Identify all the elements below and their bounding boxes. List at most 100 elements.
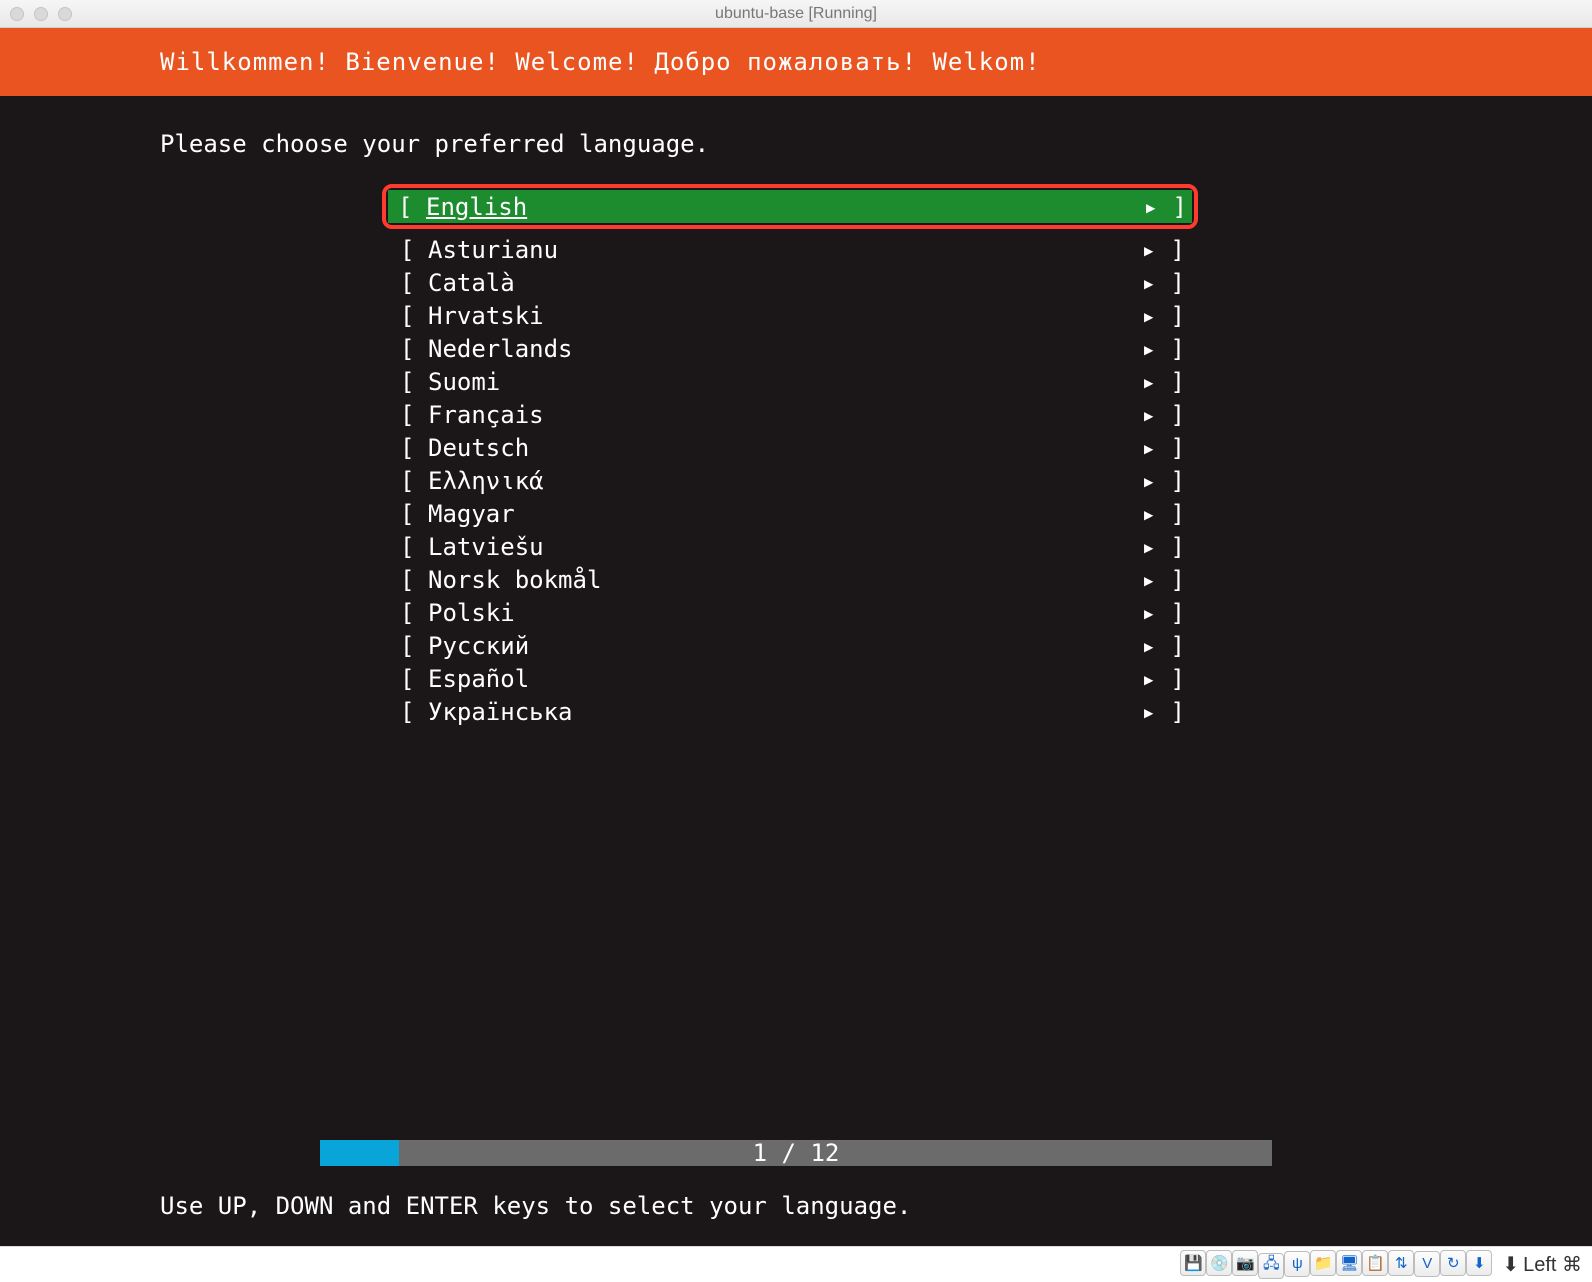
submenu-arrow-icon: ▸ <box>1118 195 1158 219</box>
bracket-right: ] <box>1156 634 1180 658</box>
submenu-arrow-icon: ▸ <box>1116 667 1156 691</box>
submenu-arrow-icon: ▸ <box>1116 436 1156 460</box>
language-option-label: Norsk bokmål <box>428 568 1116 592</box>
shared-clipboard-icon[interactable]: 📋 <box>1362 1250 1388 1276</box>
bracket-right: ] <box>1156 304 1180 328</box>
language-option[interactable]: [ Magyar▸ ] <box>390 497 1190 530</box>
bracket-right: ] <box>1156 370 1180 394</box>
bracket-left: [ <box>400 469 428 493</box>
bracket-right: ] <box>1156 238 1180 262</box>
language-option[interactable]: [ Norsk bokmål▸ ] <box>390 563 1190 596</box>
language-option-label: English <box>426 195 1118 219</box>
download-icon[interactable]: ⬇ <box>1466 1250 1492 1276</box>
bracket-right: ] <box>1158 195 1182 219</box>
bracket-left: [ <box>400 634 428 658</box>
bracket-left: [ <box>400 568 428 592</box>
bracket-right: ] <box>1156 502 1180 526</box>
welcome-banner-text: Willkommen! Bienvenue! Welcome! Добро по… <box>160 48 1041 76</box>
bracket-left: [ <box>400 700 428 724</box>
camera-icon[interactable]: 📷 <box>1232 1250 1258 1276</box>
bracket-right: ] <box>1156 469 1180 493</box>
host-key-indicator: ⬇ Left ⌘ <box>1502 1252 1582 1277</box>
usb-icon[interactable]: ψ <box>1284 1251 1310 1277</box>
submenu-arrow-icon: ▸ <box>1116 601 1156 625</box>
progress-label: 1 / 12 <box>753 1141 840 1165</box>
language-option-label: Español <box>428 667 1116 691</box>
language-option[interactable]: [ Español▸ ] <box>390 662 1190 695</box>
language-option-label: Hrvatski <box>428 304 1116 328</box>
language-option[interactable]: [ Українська▸ ] <box>390 695 1190 728</box>
display-icon[interactable]: 🖥 <box>1336 1250 1362 1276</box>
submenu-arrow-icon: ▸ <box>1116 502 1156 526</box>
bracket-right: ] <box>1156 535 1180 559</box>
bracket-right: ] <box>1156 700 1180 724</box>
language-option-label: Français <box>428 403 1116 427</box>
annotation-highlight: [ English▸ ] <box>382 184 1198 229</box>
bracket-right: ] <box>1156 337 1180 361</box>
bracket-left: [ <box>400 535 428 559</box>
vm-guest-screen[interactable]: Willkommen! Bienvenue! Welcome! Добро по… <box>0 28 1592 1246</box>
submenu-arrow-icon: ▸ <box>1116 238 1156 262</box>
language-option-label: Latviešu <box>428 535 1116 559</box>
keyboard-hint: Use UP, DOWN and ENTER keys to select yo… <box>0 1166 1592 1246</box>
installer-content: Please choose your preferred language. [… <box>0 96 1592 1140</box>
language-option[interactable]: [ Ελληνικά▸ ] <box>390 464 1190 497</box>
progress-bar: 1 / 12 <box>320 1140 1272 1166</box>
submenu-arrow-icon: ▸ <box>1116 370 1156 394</box>
language-option[interactable]: [ Català▸ ] <box>390 266 1190 299</box>
submenu-arrow-icon: ▸ <box>1116 535 1156 559</box>
recording-icon[interactable]: V <box>1414 1251 1440 1277</box>
bracket-left: [ <box>400 337 428 361</box>
submenu-arrow-icon: ▸ <box>1116 304 1156 328</box>
bracket-left: [ <box>400 238 428 262</box>
language-option-label: Polski <box>428 601 1116 625</box>
bracket-left: [ <box>400 667 428 691</box>
language-option[interactable]: [ Nederlands▸ ] <box>390 332 1190 365</box>
host-key-label: Left ⌘ <box>1523 1252 1582 1277</box>
network-icon[interactable]: 🖧 <box>1258 1253 1284 1279</box>
window-title: ubuntu-base [Running] <box>0 5 1592 23</box>
bracket-left: [ <box>398 195 426 219</box>
language-option-label: Suomi <box>428 370 1116 394</box>
language-option[interactable]: [ Latviešu▸ ] <box>390 530 1190 563</box>
language-option[interactable]: [ English▸ ] <box>388 190 1192 223</box>
language-option-label: Nederlands <box>428 337 1116 361</box>
progress-bar-fill <box>320 1140 399 1166</box>
language-option[interactable]: [ Asturianu▸ ] <box>390 233 1190 266</box>
bracket-right: ] <box>1156 568 1180 592</box>
bracket-right: ] <box>1156 403 1180 427</box>
virtualization-icon[interactable]: ↻ <box>1440 1250 1466 1276</box>
bracket-right: ] <box>1156 601 1180 625</box>
language-option[interactable]: [ Hrvatski▸ ] <box>390 299 1190 332</box>
language-option[interactable]: [ Suomi▸ ] <box>390 365 1190 398</box>
language-option[interactable]: [ Polski▸ ] <box>390 596 1190 629</box>
optical-disc-icon[interactable]: 💿 <box>1206 1250 1232 1276</box>
host-window-titlebar: ubuntu-base [Running] <box>0 0 1592 28</box>
submenu-arrow-icon: ▸ <box>1116 568 1156 592</box>
language-option-label: Magyar <box>428 502 1116 526</box>
progress-area: 1 / 12 <box>0 1140 1592 1166</box>
language-prompt: Please choose your preferred language. <box>160 132 1592 156</box>
bracket-left: [ <box>400 436 428 460</box>
submenu-arrow-icon: ▸ <box>1116 700 1156 724</box>
submenu-arrow-icon: ▸ <box>1116 337 1156 361</box>
language-option-label: Asturianu <box>428 238 1116 262</box>
submenu-arrow-icon: ▸ <box>1116 271 1156 295</box>
submenu-arrow-icon: ▸ <box>1116 469 1156 493</box>
bracket-left: [ <box>400 370 428 394</box>
folder-icon[interactable]: 📁 <box>1310 1250 1336 1276</box>
drag-drop-icon[interactable]: ⇅ <box>1388 1250 1414 1276</box>
submenu-arrow-icon: ▸ <box>1116 403 1156 427</box>
welcome-banner: Willkommen! Bienvenue! Welcome! Добро по… <box>0 28 1592 96</box>
hard-disk-icon[interactable]: 💾 <box>1180 1250 1206 1276</box>
language-option[interactable]: [ Deutsch▸ ] <box>390 431 1190 464</box>
language-option-label: Català <box>428 271 1116 295</box>
language-list[interactable]: [ English▸ ][ Asturianu▸ ][ Català▸ ][ H… <box>390 184 1190 728</box>
bracket-right: ] <box>1156 271 1180 295</box>
bracket-left: [ <box>400 271 428 295</box>
language-option-label: Русский <box>428 634 1116 658</box>
bracket-right: ] <box>1156 667 1180 691</box>
language-option-label: Ελληνικά <box>428 469 1116 493</box>
language-option[interactable]: [ Русский▸ ] <box>390 629 1190 662</box>
language-option[interactable]: [ Français▸ ] <box>390 398 1190 431</box>
